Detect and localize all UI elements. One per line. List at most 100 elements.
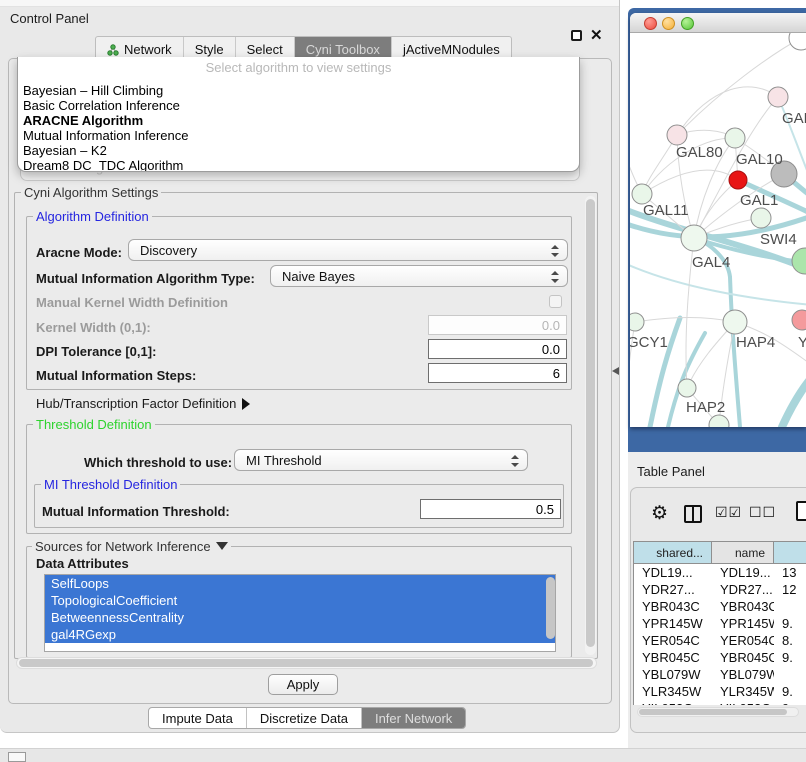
- threshold-definition-title: Threshold Definition: [33, 417, 155, 432]
- network-node[interactable]: [792, 248, 806, 274]
- mi-algorithm-type-combo[interactable]: Naive Bayes: [270, 265, 568, 287]
- status-strip: [0, 748, 806, 762]
- table-cell: YBR043C: [712, 598, 774, 615]
- network-node-hap4[interactable]: [723, 310, 747, 334]
- table-row[interactable]: YBR045CYBR045C9.: [634, 649, 806, 666]
- network-node-gal10[interactable]: [725, 128, 745, 148]
- column-header-shared[interactable]: shared...: [634, 542, 712, 564]
- dropdown-item-mutual-information-inference[interactable]: Mutual Information Inference: [23, 128, 574, 143]
- table-horizontal-scrollbar[interactable]: [637, 707, 799, 717]
- node-label-gal: GAL: [782, 110, 806, 127]
- scrollbar-thumb[interactable]: [639, 709, 787, 715]
- aracne-mode-combo[interactable]: Discovery: [128, 239, 568, 261]
- node-label-hap4: HAP4: [736, 334, 775, 351]
- network-node-gcy1[interactable]: [630, 313, 644, 331]
- mi-threshold-label: Mutual Information Threshold:: [42, 504, 230, 519]
- network-node-gal1[interactable]: [729, 171, 747, 189]
- data-attributes-label: Data Attributes: [36, 556, 129, 571]
- tab-network[interactable]: Network: [96, 37, 184, 59]
- table-cell: YBL079W: [634, 666, 712, 683]
- data-attributes-list: SelfLoopsTopologicalCoefficientBetweenne…: [44, 574, 556, 652]
- tab-cyni-toolbox[interactable]: Cyni Toolbox: [295, 37, 392, 59]
- network-window-titlebar[interactable]: [630, 13, 806, 33]
- network-node-y[interactable]: [792, 310, 806, 330]
- network-node-hap2[interactable]: [678, 379, 696, 397]
- which-threshold-combo[interactable]: MI Threshold: [234, 449, 528, 471]
- table-row[interactable]: YDL19...YDL19...13: [634, 564, 806, 581]
- dropdown-item-aracne-algorithm[interactable]: ARACNE Algorithm: [23, 113, 574, 128]
- scrollbar-thumb[interactable]: [586, 199, 595, 647]
- mini-window-icon[interactable]: [8, 752, 26, 762]
- table-cell: YBR045C: [712, 649, 774, 666]
- mi-threshold-input[interactable]: 0.5: [420, 499, 561, 519]
- float-window-icon[interactable]: [571, 30, 582, 41]
- attribute-item-selfloops[interactable]: SelfLoops: [45, 575, 555, 592]
- dpi-tolerance-input[interactable]: 0.0: [428, 339, 567, 359]
- columns-icon[interactable]: [684, 505, 702, 523]
- attribute-item-gal4rgexp[interactable]: gal4RGexp: [45, 626, 555, 643]
- hub-definition-label: Hub/Transcription Factor Definition: [36, 396, 236, 411]
- close-icon[interactable]: ✕: [590, 26, 603, 44]
- dropdown-item-bayesian-hill-climbing[interactable]: Bayesian – Hill Climbing: [23, 83, 574, 98]
- dropdown-item-dream8-dc-tdc-algorithm[interactable]: Dream8 DC_TDC Algorithm: [23, 158, 574, 172]
- network-node-swi4[interactable]: [751, 208, 771, 228]
- gear-icon[interactable]: ⚙: [651, 502, 668, 525]
- mac-close-button[interactable]: [644, 17, 657, 30]
- table-row[interactable]: YLR345WYLR345W9.: [634, 683, 806, 700]
- table-row[interactable]: YIL052CYIL052C9: [634, 700, 806, 705]
- hub-definition-expander[interactable]: Hub/Transcription Factor Definition: [36, 396, 250, 411]
- node-label-gal4: GAL4: [692, 254, 730, 271]
- settings-vertical-scrollbar[interactable]: [585, 196, 596, 655]
- tab-label: Select: [247, 42, 283, 57]
- sources-group-title[interactable]: Sources for Network Inference: [32, 539, 231, 554]
- tab-style[interactable]: Style: [184, 37, 236, 59]
- mi-steps-input[interactable]: 6: [428, 363, 567, 383]
- kernel-width-input[interactable]: 0.0: [428, 315, 567, 335]
- mac-zoom-button[interactable]: [681, 17, 694, 30]
- aracne-mode-label: Aracne Mode:: [36, 245, 122, 260]
- tab-select[interactable]: Select: [236, 37, 295, 59]
- scrollbar-thumb[interactable]: [19, 659, 593, 667]
- dpi-tolerance-label: DPI Tolerance [0,1]:: [36, 344, 156, 359]
- dropdown-item-basic-correlation-inference[interactable]: Basic Correlation Inference: [23, 98, 574, 113]
- attribute-item-betweennesscentrality[interactable]: BetweennessCentrality: [45, 609, 555, 626]
- algorithm-dropdown-popup: Select algorithm to view settings Bayesi…: [17, 57, 580, 172]
- table-row[interactable]: YPR145WYPR145W9.: [634, 615, 806, 632]
- attributes-list-scrollbar[interactable]: [546, 577, 555, 639]
- table-panel-area: Table Panel ⚙ ☑☑ ☐☐ shared...nameYDL19..…: [628, 452, 806, 748]
- network-node-gal11[interactable]: [632, 184, 652, 204]
- network-node-gal80[interactable]: [667, 125, 687, 145]
- network-edge: [782, 377, 806, 427]
- mac-minimize-button[interactable]: [662, 17, 675, 30]
- desktop-background: GALGAL80GAL10GAL1GAL11SWI4GAL4GCY1HAP4YH…: [628, 8, 806, 452]
- unchecked-boxes-icon[interactable]: ☐☐: [749, 504, 776, 521]
- column-header-extra[interactable]: [774, 542, 806, 564]
- table-row[interactable]: YDR27...YDR27...12: [634, 581, 806, 598]
- network-node[interactable]: [789, 33, 806, 50]
- table-row[interactable]: YER054CYER054C8.: [634, 632, 806, 649]
- checked-boxes-icon[interactable]: ☑☑: [715, 504, 742, 521]
- apply-button[interactable]: Apply: [268, 674, 338, 695]
- table-cell: YDR27...: [712, 581, 774, 598]
- table-row[interactable]: YBR043CYBR043C: [634, 598, 806, 615]
- document-icon[interactable]: [796, 501, 806, 521]
- column-header-name[interactable]: name: [712, 542, 774, 564]
- attribute-item-topologicalcoefficient[interactable]: TopologicalCoefficient: [45, 592, 555, 609]
- table-cell: 13: [774, 564, 806, 581]
- bottom-tab-impute-data[interactable]: Impute Data: [149, 708, 247, 728]
- bottom-tab-infer-network[interactable]: Infer Network: [362, 708, 465, 728]
- bottom-tab-discretize-data[interactable]: Discretize Data: [247, 708, 362, 728]
- table-row[interactable]: YBL079WYBL079W: [634, 666, 806, 683]
- network-node-gal[interactable]: [768, 87, 788, 107]
- settings-horizontal-scrollbar[interactable]: [16, 657, 597, 669]
- manual-kernel-width-checkbox[interactable]: [549, 295, 562, 308]
- kernel-width-label: Kernel Width (0,1):: [36, 320, 151, 335]
- mi-algorithm-type-value: Naive Bayes: [282, 269, 355, 284]
- dropdown-item-bayesian-k2[interactable]: Bayesian – K2: [23, 143, 574, 158]
- table-cell: 12: [774, 581, 806, 598]
- stepper-icon: [511, 454, 518, 468]
- network-node-gal4[interactable]: [681, 225, 707, 251]
- tab-jactivemnodules[interactable]: jActiveMNodules: [392, 37, 511, 59]
- network-canvas[interactable]: GALGAL80GAL10GAL1GAL11SWI4GAL4GCY1HAP4YH…: [630, 33, 806, 427]
- node-label-gal11: GAL11: [643, 202, 689, 219]
